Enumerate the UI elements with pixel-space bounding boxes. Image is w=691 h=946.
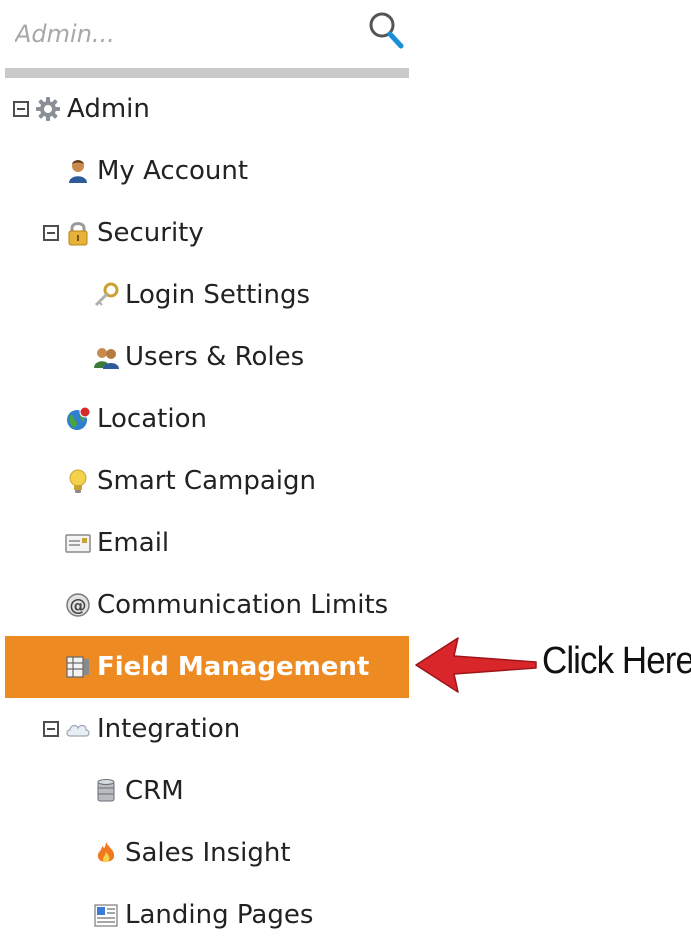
email-icon bbox=[65, 530, 91, 556]
tree-item-crm[interactable]: CRM bbox=[5, 760, 409, 822]
tree-item-label: Integration bbox=[97, 714, 241, 744]
red-arrow-icon bbox=[415, 637, 537, 693]
tree-item-label: Communication Limits bbox=[97, 590, 389, 620]
cloud-icon bbox=[65, 716, 91, 742]
search-divider bbox=[5, 68, 409, 78]
svg-text:@: @ bbox=[70, 596, 87, 616]
key-icon bbox=[93, 282, 119, 308]
tree-item-my-account[interactable]: My Account bbox=[5, 140, 409, 202]
landing-pages-icon bbox=[93, 902, 119, 928]
tree-item-label: Users & Roles bbox=[125, 342, 305, 372]
at-sign-icon: @ bbox=[65, 592, 91, 618]
globe-icon bbox=[65, 406, 91, 432]
tree-item-landing-pages[interactable]: Landing Pages bbox=[5, 884, 409, 946]
tree-item-label: Landing Pages bbox=[125, 900, 314, 930]
tree-item-integration[interactable]: Integration bbox=[5, 698, 409, 760]
tree-item-label: Security bbox=[97, 218, 204, 248]
tree-item-label: Smart Campaign bbox=[97, 466, 316, 496]
tree-item-email[interactable]: Email bbox=[5, 512, 409, 574]
click-here-callout: Click Here bbox=[410, 630, 691, 700]
tree-item-label: Admin bbox=[67, 94, 150, 124]
tree-item-users-roles[interactable]: Users & Roles bbox=[5, 326, 409, 388]
user-icon bbox=[65, 158, 91, 184]
search-box bbox=[5, 0, 409, 70]
tree-item-location[interactable]: Location bbox=[5, 388, 409, 450]
tree-item-security[interactable]: Security bbox=[5, 202, 409, 264]
tree-item-smart-campaign[interactable]: Smart Campaign bbox=[5, 450, 409, 512]
tree-item-field-management[interactable]: Field Management bbox=[5, 636, 409, 698]
tree-item-label: Location bbox=[97, 404, 207, 434]
gear-icon bbox=[35, 96, 61, 122]
field-management-icon bbox=[65, 654, 91, 680]
lock-icon bbox=[65, 220, 91, 246]
database-icon bbox=[93, 778, 119, 804]
tree-item-sales-insight[interactable]: Sales Insight bbox=[5, 822, 409, 884]
tree-item-label: Login Settings bbox=[125, 280, 311, 310]
tree-item-label: Sales Insight bbox=[125, 838, 291, 868]
tree-item-label: Field Management bbox=[97, 652, 370, 682]
collapse-toggle-security[interactable] bbox=[43, 225, 59, 241]
tree-item-label: Email bbox=[97, 528, 170, 558]
search-icon[interactable] bbox=[365, 6, 409, 54]
tree-item-login-settings[interactable]: Login Settings bbox=[5, 264, 409, 326]
tree-item-communication-limits[interactable]: @ Communication Limits bbox=[5, 574, 409, 636]
lightbulb-icon bbox=[65, 468, 91, 494]
click-here-label: Click Here bbox=[542, 640, 691, 682]
flame-icon bbox=[93, 840, 119, 866]
tree-item-label: CRM bbox=[125, 776, 184, 806]
collapse-toggle-integration[interactable] bbox=[43, 721, 59, 737]
tree-item-label: My Account bbox=[97, 156, 249, 186]
users-icon bbox=[93, 344, 119, 370]
tree-item-admin[interactable]: Admin bbox=[5, 78, 409, 140]
search-input[interactable] bbox=[13, 14, 357, 54]
collapse-toggle-admin[interactable] bbox=[13, 101, 29, 117]
